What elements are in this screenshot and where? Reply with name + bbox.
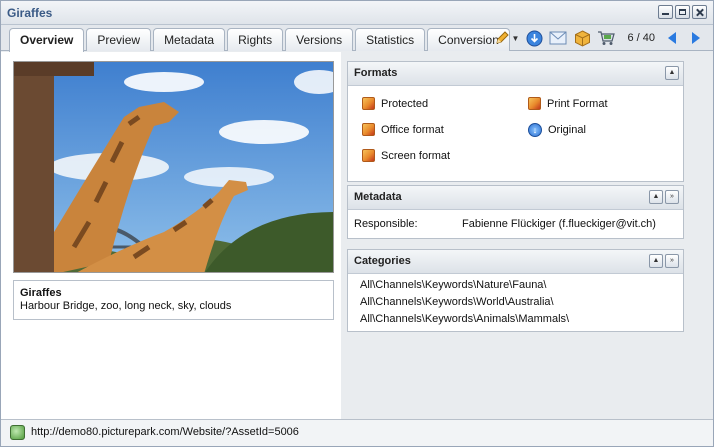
window-title: Giraffes [7, 6, 53, 20]
status-url[interactable]: http://demo80.picturepark.com/Website/?A… [31, 426, 299, 438]
asset-window: Giraffes Overview Preview Metadata Right… [0, 0, 714, 447]
overview-left-pane: Giraffes Harbour Bridge, zoo, long neck,… [1, 52, 341, 419]
prev-arrow-icon[interactable] [663, 29, 681, 47]
tab-preview[interactable]: Preview [86, 28, 152, 51]
formats-panel-buttons: ▲ [665, 66, 679, 80]
categories-panel-buttons: ▲ » [649, 254, 679, 268]
metadata-panel-buttons: ▲ » [649, 190, 679, 204]
status-bar: http://demo80.picturepark.com/Website/?A… [1, 419, 713, 446]
format-icon [362, 149, 375, 162]
metadata-panel: Metadata ▲ » Responsible: Fabienne Flück… [347, 185, 684, 239]
format-item-protected[interactable]: Protected [362, 97, 428, 110]
globe-icon [10, 425, 25, 440]
categories-list: All\Channels\Keywords\Nature\Fauna\ All\… [348, 274, 683, 331]
tab-metadata[interactable]: Metadata [153, 28, 226, 51]
close-button[interactable] [692, 5, 707, 19]
pager-text: 6 / 40 [627, 32, 655, 44]
formats-panel-header: Formats ▲ [348, 62, 683, 86]
overview-right-pane: Formats ▲ Protected Print Format Office … [341, 52, 713, 419]
collapse-button[interactable]: ▲ [665, 66, 679, 80]
category-item[interactable]: All\Channels\Keywords\World\Australia\ [360, 294, 671, 311]
next-arrow-icon[interactable] [687, 29, 705, 47]
responsible-label: Responsible: [354, 218, 418, 230]
cart-icon[interactable] [597, 29, 616, 47]
format-icon [528, 97, 541, 110]
format-item-screen[interactable]: Screen format [362, 149, 450, 162]
categories-panel: Categories ▲ » All\Channels\Keywords\Nat… [347, 249, 684, 332]
format-label: Original [548, 124, 586, 136]
tab-rights[interactable]: Rights [227, 28, 284, 51]
category-item[interactable]: All\Channels\Keywords\Animals\Mammals\ [360, 311, 671, 328]
categories-panel-header: Categories ▲ » [348, 250, 683, 274]
collapse-button[interactable]: ▲ [649, 254, 663, 268]
title-bar: Giraffes [1, 1, 713, 25]
tab-statistics[interactable]: Statistics [355, 28, 426, 51]
asset-title: Giraffes [20, 287, 62, 299]
pencil-icon[interactable] [493, 29, 511, 47]
chevron-down-icon[interactable]: ▼ [512, 34, 520, 43]
formats-panel-title: Formats [354, 67, 398, 79]
tab-overview[interactable]: Overview [9, 28, 85, 52]
formats-panel: Formats ▲ Protected Print Format Office … [347, 61, 684, 182]
formats-list: Protected Print Format Office format ↓ O… [348, 86, 683, 181]
metadata-panel-header: Metadata ▲ » [348, 186, 683, 210]
expand-details-button[interactable]: » [665, 254, 679, 268]
window-controls [658, 5, 707, 19]
format-label: Office format [381, 123, 444, 136]
tab-bar: Overview Preview Metadata Rights Version… [1, 25, 713, 52]
download-icon[interactable] [525, 29, 543, 47]
format-label: Protected [381, 97, 429, 110]
expand-details-button[interactable]: » [665, 190, 679, 204]
collapse-button[interactable]: ▲ [649, 190, 663, 204]
categories-panel-title: Categories [354, 255, 411, 267]
mail-icon[interactable] [549, 29, 567, 47]
format-label: Screen format [381, 149, 451, 162]
format-label: Print Format [547, 97, 608, 110]
maximize-button[interactable] [675, 5, 690, 19]
metadata-row: Responsible: Fabienne Flückiger (f.fluec… [348, 210, 683, 238]
format-icon [362, 97, 375, 110]
category-item[interactable]: All\Channels\Keywords\Nature\Fauna\ [360, 277, 671, 294]
toolbar: ▼ 6 / 40 [493, 29, 705, 47]
original-icon: ↓ [528, 123, 542, 137]
asset-caption: Giraffes Harbour Bridge, zoo, long neck,… [13, 280, 334, 320]
format-item-original[interactable]: ↓ Original [528, 123, 586, 137]
asset-keywords: Harbour Bridge, zoo, long neck, sky, clo… [20, 300, 232, 312]
package-icon[interactable] [573, 29, 591, 47]
format-icon [362, 123, 375, 136]
format-item-office[interactable]: Office format [362, 123, 444, 136]
format-item-print[interactable]: Print Format [528, 97, 608, 110]
asset-preview-image[interactable] [13, 61, 334, 273]
tabs: Overview Preview Metadata Rights Version… [9, 28, 510, 52]
responsible-value: Fabienne Flückiger (f.flueckiger@vit.ch) [462, 218, 656, 230]
tab-versions[interactable]: Versions [285, 28, 354, 51]
minimize-button[interactable] [658, 5, 673, 19]
metadata-panel-title: Metadata [354, 191, 402, 203]
